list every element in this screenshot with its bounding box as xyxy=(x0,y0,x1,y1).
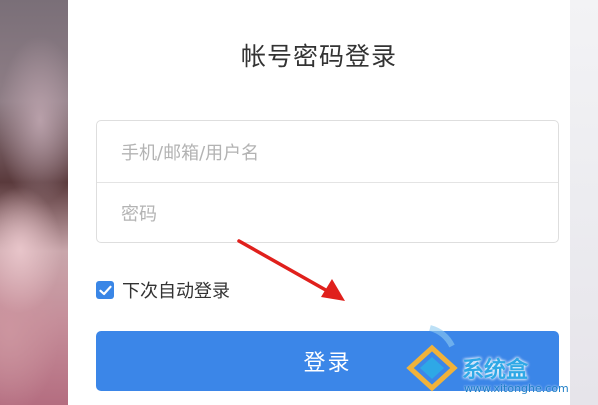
credentials-box xyxy=(96,120,559,243)
check-icon xyxy=(98,285,112,295)
xitonghe-logo-icon xyxy=(406,325,458,392)
background-photo-left xyxy=(0,0,70,405)
auto-login-option[interactable]: 下次自动登录 xyxy=(96,277,230,303)
red-arrow-icon xyxy=(237,239,345,301)
password-input[interactable] xyxy=(121,194,546,234)
watermark-text: 系统盒 xyxy=(462,358,529,383)
field-divider xyxy=(97,182,558,183)
username-input[interactable] xyxy=(121,133,546,173)
auto-login-label: 下次自动登录 xyxy=(122,281,230,302)
login-title: 帐号密码登录 xyxy=(240,42,397,71)
watermark-url: www.xitonghe.com xyxy=(464,382,569,395)
auto-login-checkbox[interactable] xyxy=(96,281,114,299)
watermark: 系统盒 www.xitonghe.com xyxy=(400,318,598,405)
